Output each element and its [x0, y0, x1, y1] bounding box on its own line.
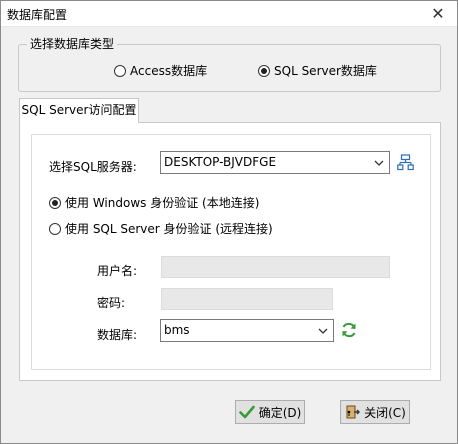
close-button[interactable]: 关闭(C) — [340, 400, 410, 424]
ok-button-label: 确定(D) — [258, 405, 302, 420]
radio-sqlserver[interactable]: SQL Server数据库 — [258, 62, 377, 79]
radio-sql-auth[interactable]: 使用 SQL Server 身份验证 (远程连接) — [49, 220, 273, 237]
window-close-button[interactable]: ✕ — [427, 3, 449, 25]
close-button-label: 关闭(C) — [364, 405, 406, 420]
radio-access-circle[interactable] — [114, 64, 126, 77]
username-input[interactable] — [161, 256, 390, 278]
tab-sqlserver-config[interactable]: SQL Server访问配置 — [19, 98, 139, 123]
chevron-down-icon[interactable] — [317, 324, 329, 338]
database-combo[interactable]: bms — [160, 319, 334, 342]
chevron-down-icon[interactable] — [373, 156, 385, 170]
radio-windows-auth-circle[interactable] — [49, 196, 61, 209]
password-input[interactable] — [161, 288, 333, 310]
window-title: 数据库配置 — [7, 8, 68, 22]
password-label: 密码: — [97, 296, 126, 310]
radio-sqlserver-circle[interactable] — [258, 64, 270, 77]
username-label: 用户名: — [97, 264, 138, 278]
radio-access-label: Access数据库 — [130, 64, 208, 78]
radio-sql-auth-label: 使用 SQL Server 身份验证 (远程连接) — [65, 222, 273, 236]
server-label: 选择SQL服务器: — [49, 160, 137, 174]
config-dialog: 数据库配置 ✕ 选择数据库类型 Access数据库 SQL Server数据库 … — [0, 0, 458, 444]
checkmark-icon — [238, 405, 255, 419]
db-type-legend: 选择数据库类型 — [27, 35, 118, 52]
ok-button[interactable]: 确定(D) — [235, 400, 305, 424]
server-value: DESKTOP-BJVDFGE — [164, 155, 277, 169]
radio-access[interactable]: Access数据库 — [114, 62, 207, 79]
refresh-icon[interactable] — [340, 321, 358, 339]
database-value: bms — [164, 323, 190, 337]
close-door-icon — [346, 405, 361, 419]
radio-sqlserver-label: SQL Server数据库 — [274, 64, 377, 78]
radio-windows-auth[interactable]: 使用 Windows 身份验证 (本地连接) — [49, 194, 259, 211]
network-servers-icon[interactable] — [397, 154, 414, 171]
radio-windows-auth-label: 使用 Windows 身份验证 (本地连接) — [65, 196, 260, 210]
server-combo[interactable]: DESKTOP-BJVDFGE — [160, 151, 390, 174]
database-label: 数据库: — [97, 328, 138, 342]
title-bar: 数据库配置 ✕ — [1, 1, 457, 27]
radio-sql-auth-circle[interactable] — [49, 222, 61, 235]
